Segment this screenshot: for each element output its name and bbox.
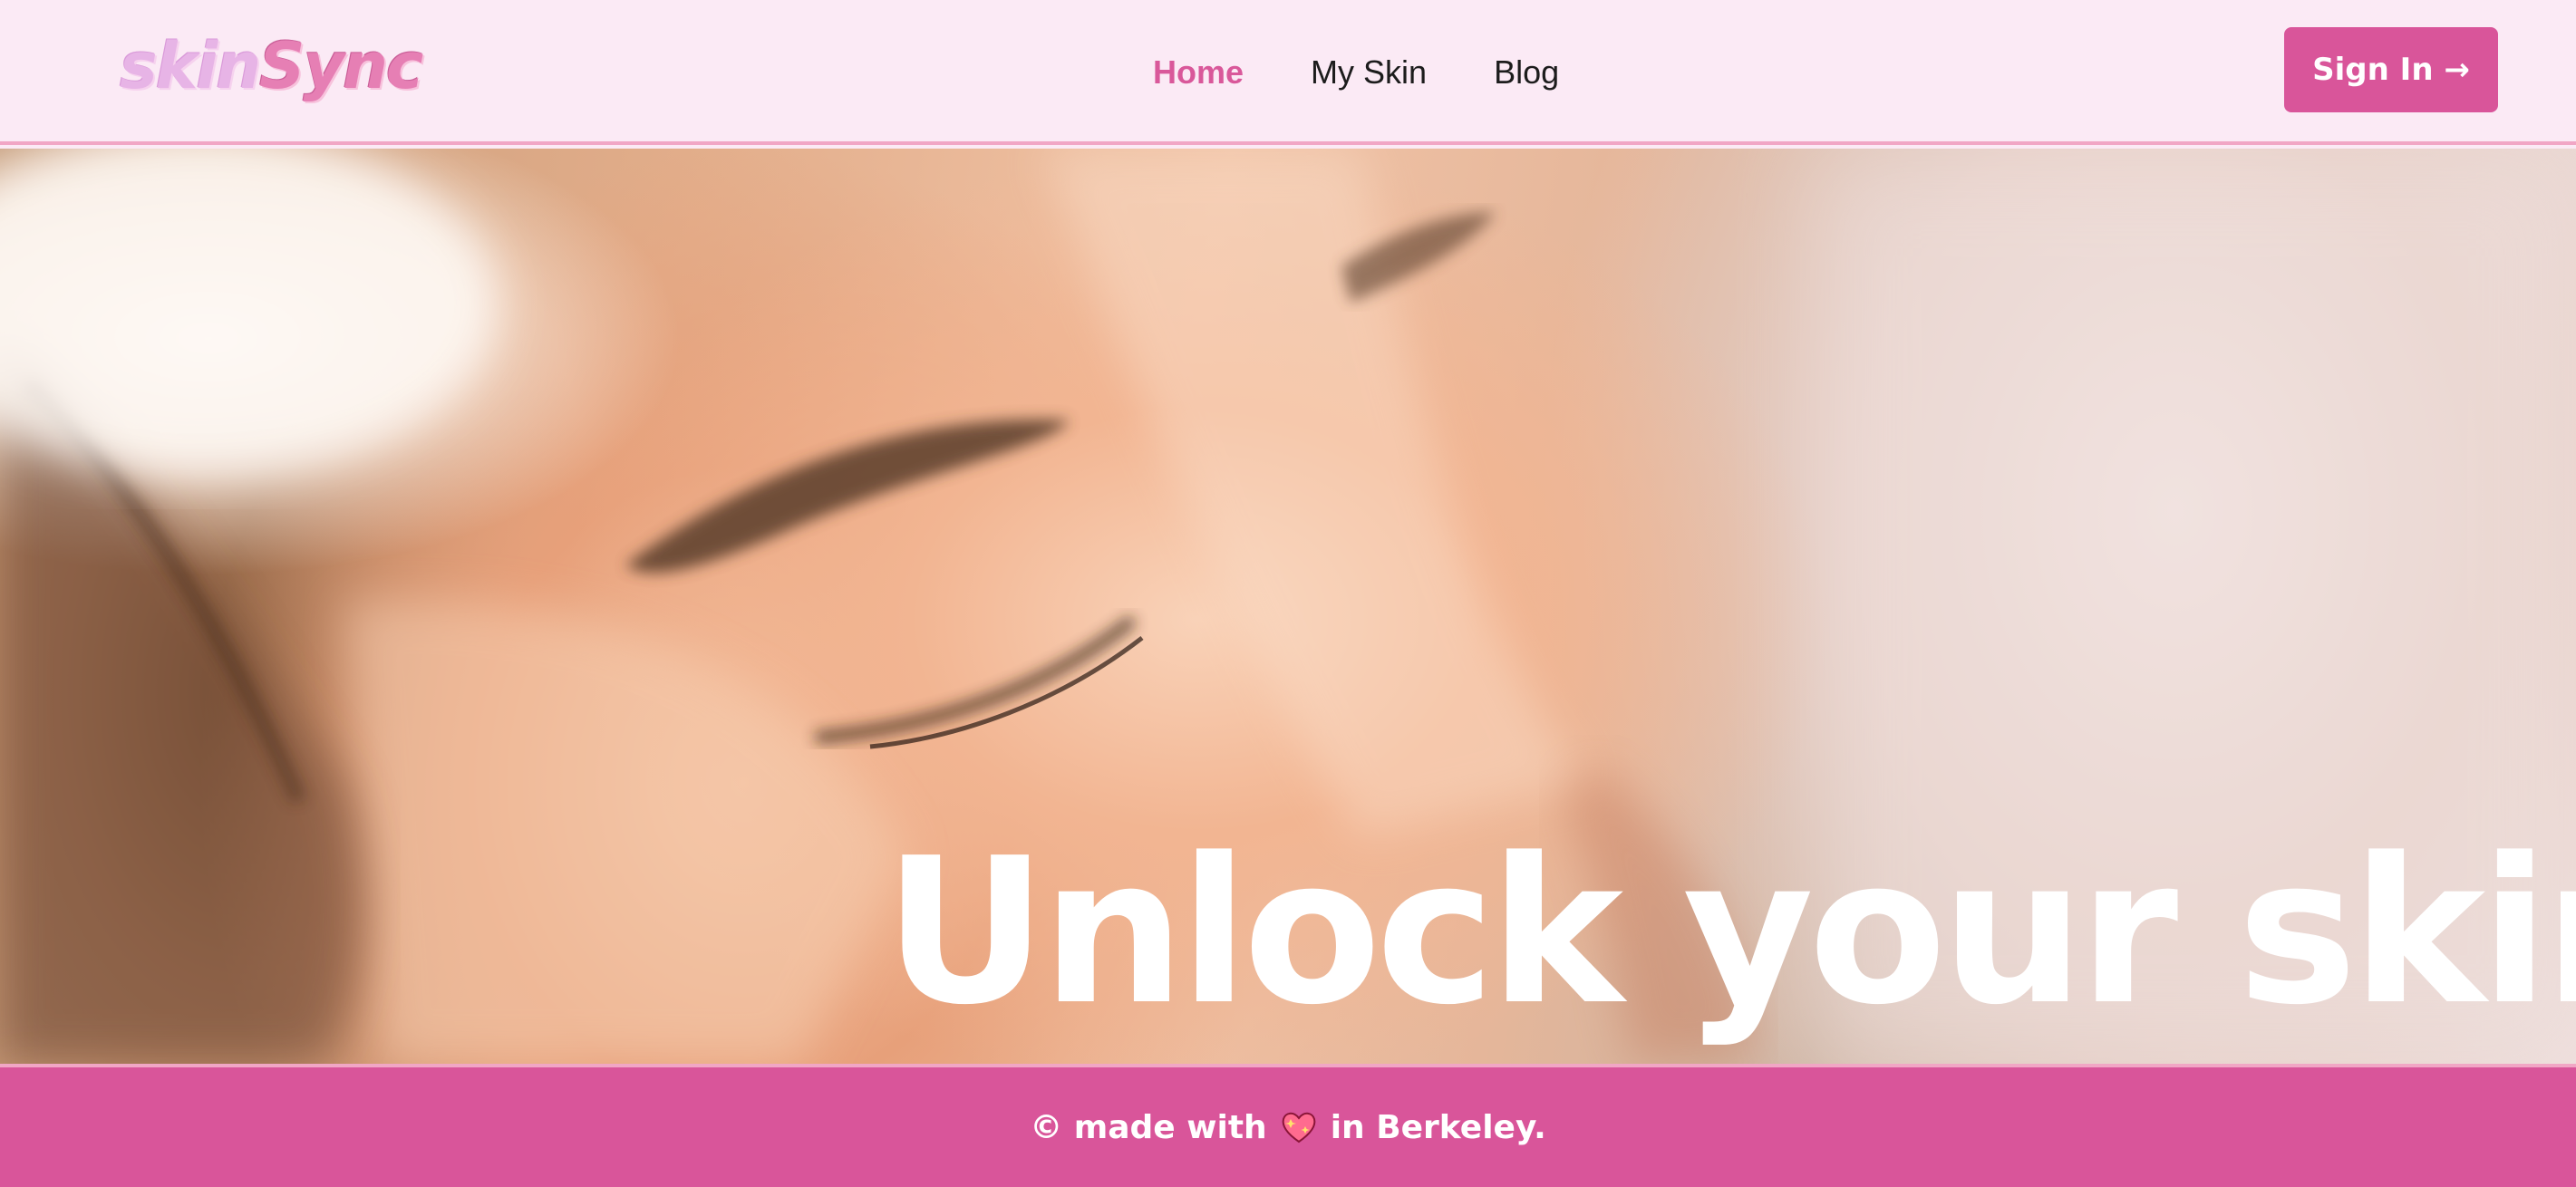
sparkling-heart-icon — [1282, 1112, 1316, 1144]
nav-link-home[interactable]: Home — [1153, 47, 1244, 98]
sign-in-button[interactable]: Sign In → — [2284, 27, 2498, 112]
logo[interactable]: skinSync — [120, 25, 423, 107]
nav-link-blog[interactable]: Blog — [1494, 47, 1559, 98]
footer-suffix: in Berkeley. — [1330, 1108, 1546, 1146]
logo-text-skin: skin — [120, 29, 261, 103]
hero-headline: Unlock your skin — [884, 815, 2576, 1049]
nav-link-my-skin[interactable]: My Skin — [1311, 47, 1427, 98]
main-nav: Home My Skin Blog — [1153, 47, 1559, 98]
site-footer: © made with in Berkeley. — [0, 1064, 2576, 1187]
footer-prefix: © made with — [1030, 1108, 1267, 1146]
logo-text-sync: Sync — [259, 29, 423, 103]
hero-section: Unlock your skin — [0, 149, 2576, 1064]
site-header: skinSync Home My Skin Blog Sign In → — [0, 0, 2576, 145]
